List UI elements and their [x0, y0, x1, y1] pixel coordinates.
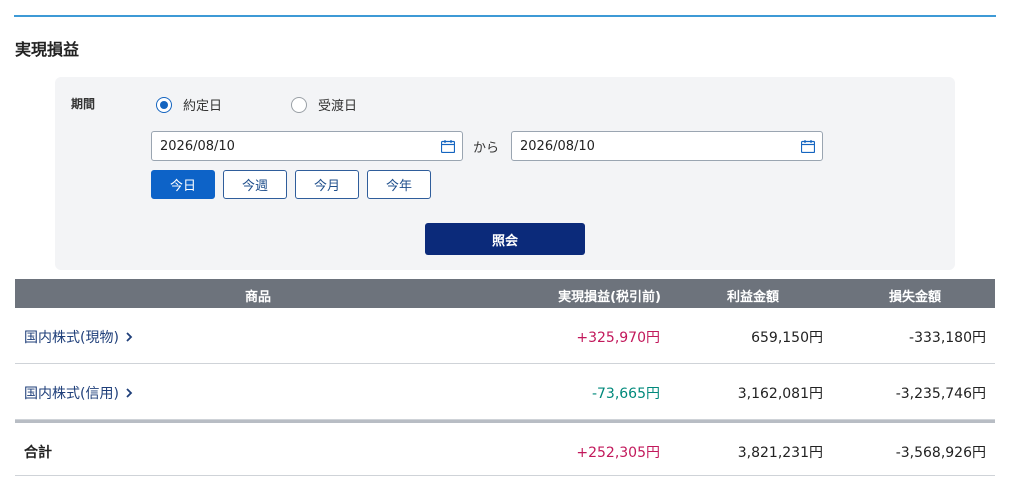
- calendar-icon[interactable]: [801, 140, 815, 153]
- radio-settlement-date[interactable]: 受渡日: [291, 95, 357, 114]
- radio-unchecked-indicator[interactable]: [291, 96, 307, 113]
- header-product: 商品: [245, 290, 272, 305]
- total-row: 合計 +252,305円 3,821,231円 -3,568,926円: [15, 420, 995, 476]
- radio-settlement-date-label: 受渡日: [318, 99, 358, 114]
- radio-checked-indicator[interactable]: [156, 96, 172, 113]
- header-loss: 損失金額: [888, 290, 941, 305]
- product-link-cash[interactable]: 国内株式(現物): [24, 327, 133, 347]
- range-separator: から: [473, 141, 500, 156]
- search-panel: 期間 約定日 受渡日 2026/08/10 から 2026/08/10 今日 今…: [55, 77, 955, 270]
- quick-button-this-year[interactable]: 今年: [367, 170, 431, 199]
- header-profit: 利益金額: [726, 290, 779, 305]
- top-divider: [14, 15, 996, 17]
- product-link-margin[interactable]: 国内株式(信用): [24, 383, 133, 403]
- date-to-value: 2026/08/10: [520, 138, 595, 154]
- chevron-right-icon: [126, 332, 133, 342]
- quick-button-this-month[interactable]: 今月: [295, 170, 359, 199]
- total-realized-pl: +252,305円: [576, 445, 660, 461]
- total-label: 合計: [24, 445, 52, 461]
- radio-trade-date[interactable]: 約定日: [156, 95, 222, 114]
- chevron-right-icon: [126, 388, 133, 398]
- realized-pl-value: -73,665円: [591, 386, 660, 402]
- date-from-input[interactable]: 2026/08/10: [151, 131, 463, 161]
- quick-button-this-week[interactable]: 今週: [223, 170, 287, 199]
- total-loss: -3,568,926円: [895, 445, 986, 461]
- table-row: 国内株式(現物) +325,970円 659,150円 -333,180円: [15, 308, 995, 364]
- page: 実現損益 期間 約定日 受渡日 2026/08/10 から 2026/08/10: [0, 0, 1018, 484]
- realized-pl-table: 商品 実現損益(税引前) 利益金額 損失金額 国内株式(現物) +325,970…: [15, 279, 995, 476]
- inquiry-button[interactable]: 照会: [425, 223, 585, 255]
- profit-value: 659,150円: [751, 330, 823, 346]
- calendar-icon[interactable]: [441, 140, 455, 153]
- loss-value: -333,180円: [909, 330, 986, 346]
- header-realized-pl: 実現損益(税引前): [558, 290, 661, 305]
- period-label: 期間: [71, 97, 96, 111]
- date-from-value: 2026/08/10: [160, 138, 235, 154]
- realized-pl-value: +325,970円: [576, 330, 660, 346]
- loss-value: -3,235,746円: [895, 386, 986, 402]
- page-title: 実現損益: [15, 40, 80, 59]
- product-name: 国内株式(信用): [24, 386, 119, 402]
- profit-value: 3,162,081円: [737, 386, 823, 402]
- quick-button-today[interactable]: 今日: [151, 170, 215, 199]
- total-profit: 3,821,231円: [737, 445, 823, 461]
- date-to-input[interactable]: 2026/08/10: [511, 131, 823, 161]
- product-name: 国内株式(現物): [24, 330, 119, 346]
- table-header: 商品 実現損益(税引前) 利益金額 損失金額: [15, 279, 995, 308]
- radio-trade-date-label: 約定日: [183, 99, 223, 114]
- table-row: 国内株式(信用) -73,665円 3,162,081円 -3,235,746円: [15, 364, 995, 420]
